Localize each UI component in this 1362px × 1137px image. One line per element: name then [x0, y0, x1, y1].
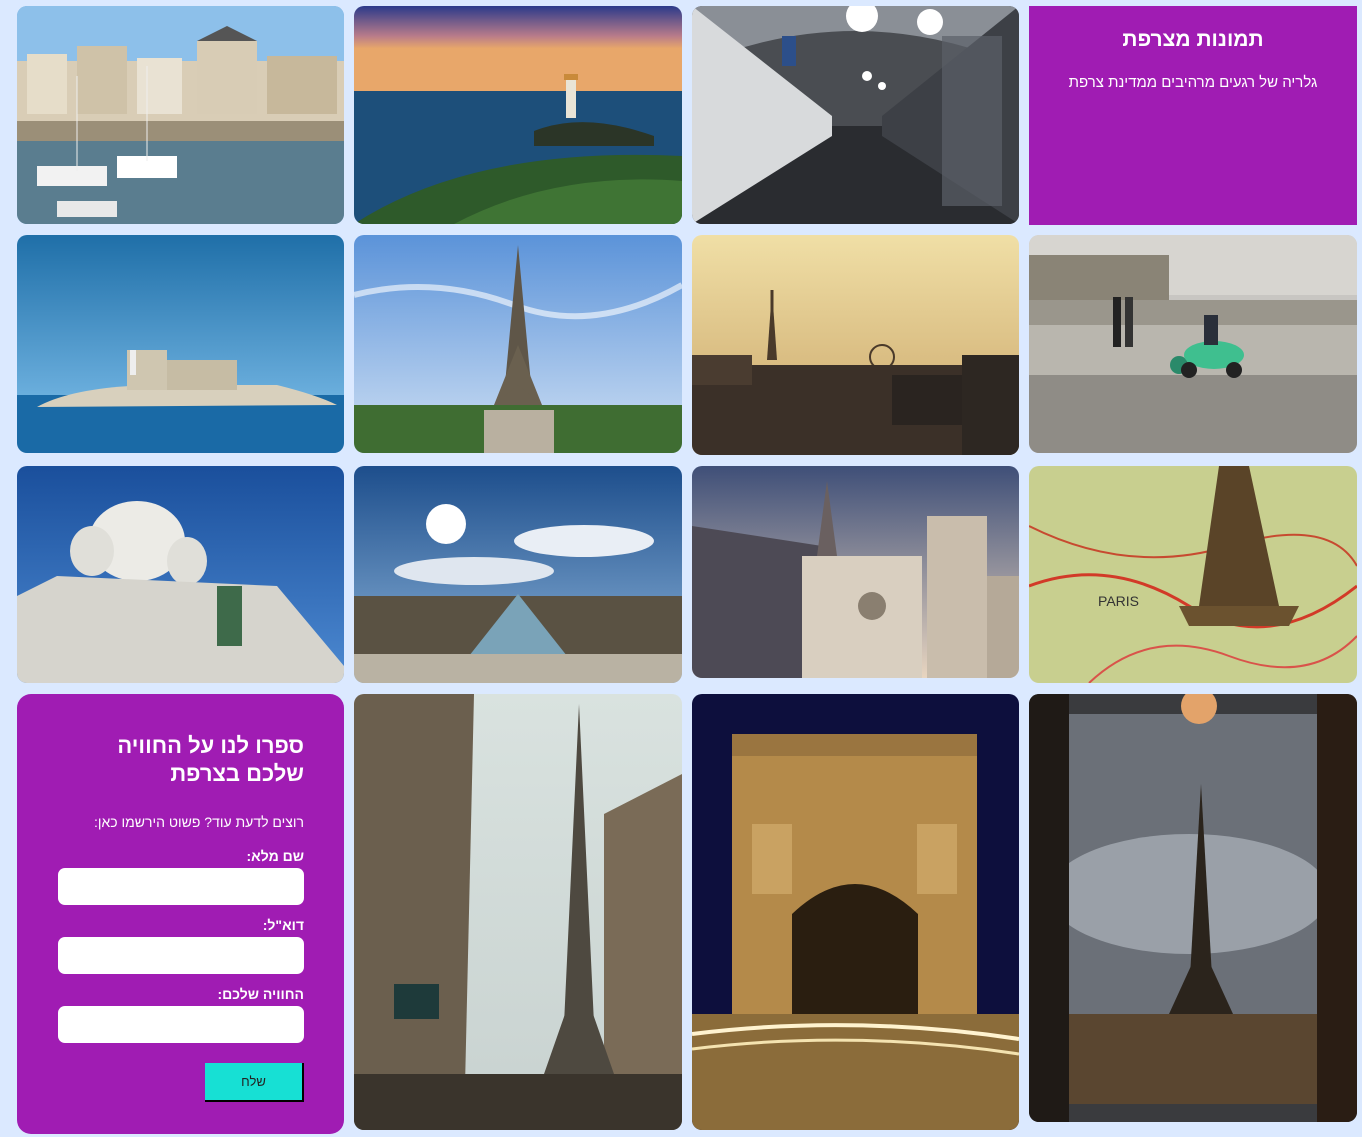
full-name-input[interactable]	[58, 868, 304, 905]
experience-form-panel: ספרו לנו על החוויה שלכם בצרפת רוצים לדעת…	[17, 694, 344, 1134]
louvre-pyramid-photo	[354, 466, 682, 683]
eiffel-model-map-photo: PARIS	[1029, 466, 1357, 683]
paris-rooftops-sunset-photo	[692, 235, 1019, 455]
submit-button[interactable]: שלח	[205, 1063, 304, 1102]
gallery-subtitle: גלריה של רגעים מרהיבים ממדינת צרפת	[1068, 74, 1318, 91]
eiffel-tower-day-photo	[354, 235, 682, 453]
form-lead-text: רוצים לדעת עוד? פשוט הירשמו כאן:	[93, 814, 304, 830]
eiffel-street-view-photo	[354, 694, 682, 1130]
paris-street-scooter-photo	[1029, 235, 1357, 453]
gallery-title: תמונות מצרפת	[1122, 28, 1264, 51]
arc-de-triomphe-night-photo	[692, 694, 1019, 1130]
email-label: דוא"ל:	[262, 917, 304, 933]
harbor-town-photo	[17, 6, 344, 224]
form-title: ספרו לנו על החוויה שלכם בצרפת	[117, 733, 304, 786]
svg-text:PARIS: PARIS	[1098, 593, 1139, 609]
full-name-label: שם מלא:	[246, 848, 305, 864]
metro-station-photo	[692, 6, 1019, 224]
gallery-header-panel: תמונות מצרפת גלריה של רגעים מרהיבים ממדי…	[1029, 6, 1357, 225]
sacre-coeur-photo	[17, 466, 344, 683]
eiffel-through-window-photo	[1029, 694, 1357, 1122]
experience-input[interactable]	[58, 1006, 304, 1043]
island-fortress-photo	[17, 235, 344, 453]
gothic-cathedral-photo	[692, 466, 1019, 678]
experience-label: החוויה שלכם:	[217, 986, 305, 1002]
lighthouse-coast-photo	[354, 6, 682, 224]
email-input[interactable]	[58, 937, 304, 974]
